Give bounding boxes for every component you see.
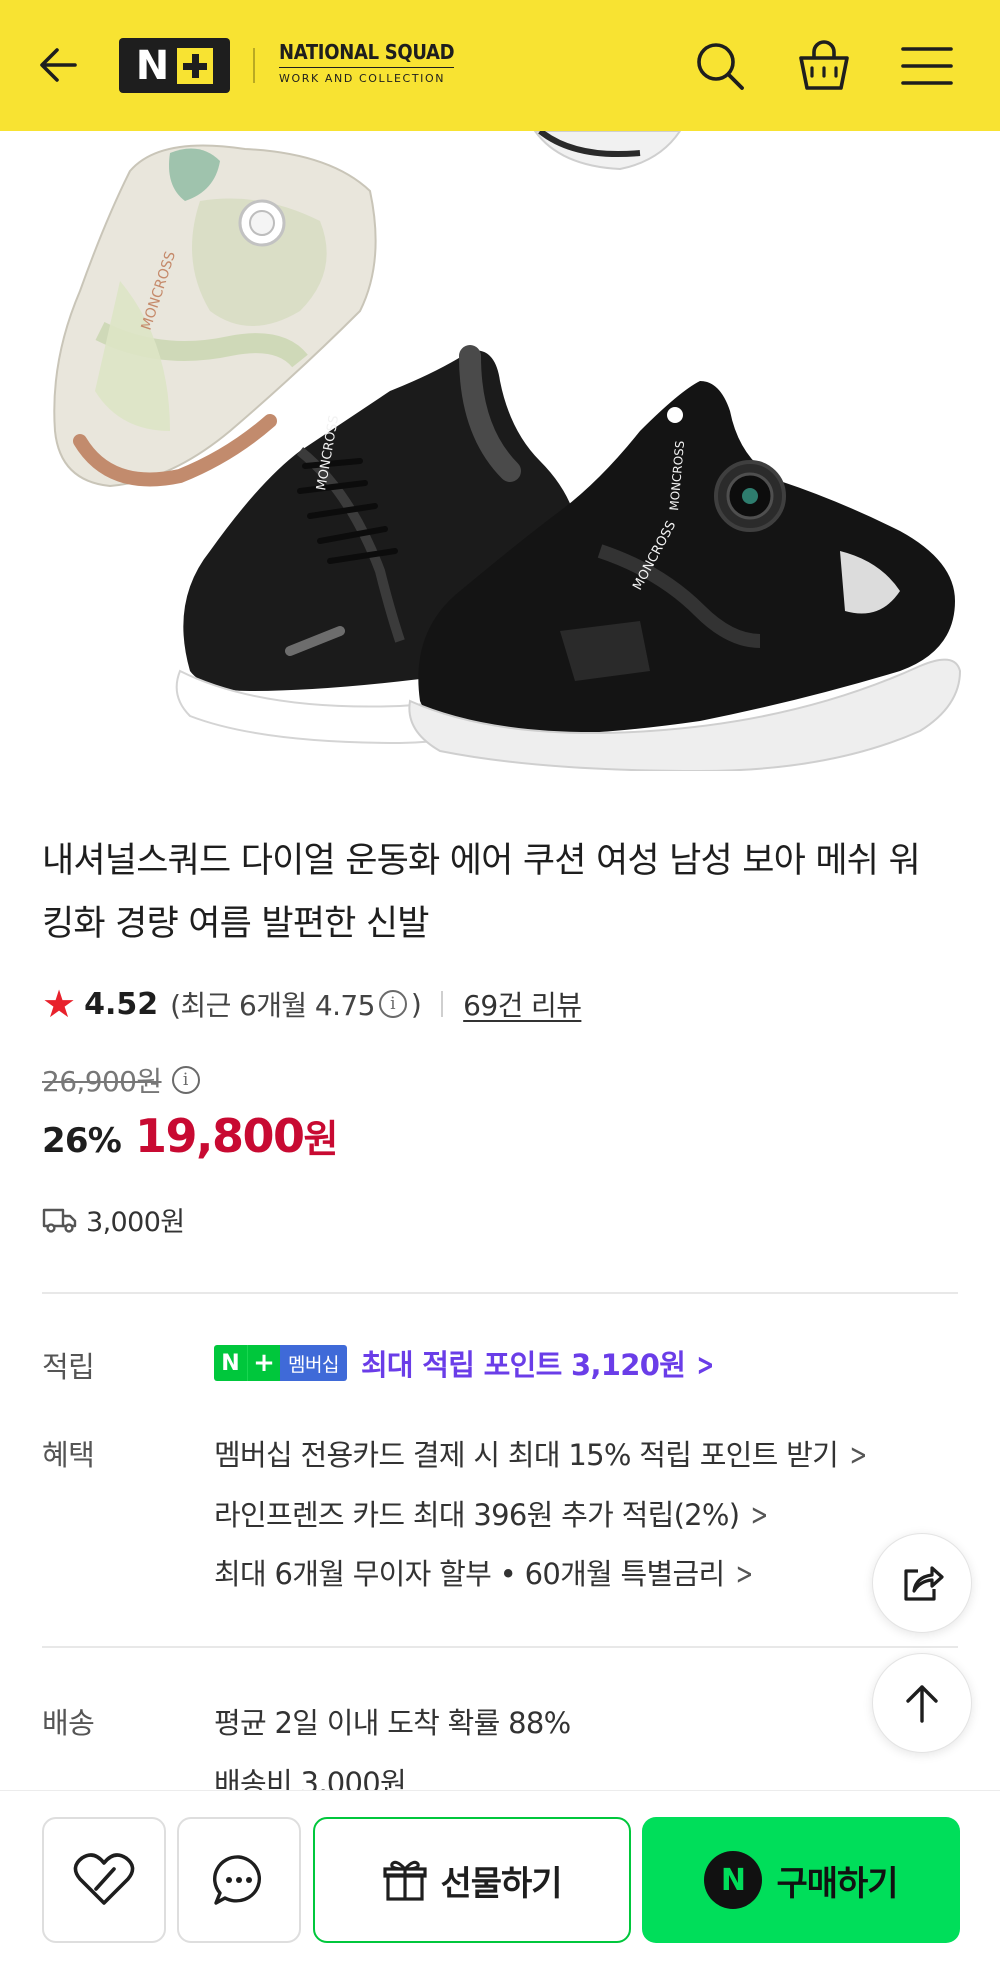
rating-row: ★ 4.52 (최근 6개월 4.75 i ) 69건 리뷰 xyxy=(42,982,582,1026)
shipping-fee: 3,000원 xyxy=(86,1207,185,1238)
buy-label: 구매하기 xyxy=(776,1863,898,1904)
section-divider xyxy=(42,1646,958,1648)
chevron-right-icon: > xyxy=(849,1438,868,1473)
logo-divider xyxy=(253,48,255,83)
delivery-label: 배송 xyxy=(42,1706,95,1740)
info-icon[interactable]: i xyxy=(378,990,407,1018)
benefit-item[interactable]: 최대 6개월 무이자 할부 • 60개월 특별금리 > xyxy=(214,1551,757,1593)
nplus-logo[interactable]: N xyxy=(119,38,230,93)
chat-bubble-icon xyxy=(213,1855,261,1905)
chevron-right-icon: > xyxy=(736,1557,754,1592)
buy-button[interactable]: N 구매하기 xyxy=(642,1817,960,1943)
delivery-arrival-text: 평균 2일 이내 도착 확률 88% xyxy=(214,1706,571,1740)
naver-pay-icon: N xyxy=(704,1851,763,1909)
product-title: 내셔널스쿼드 다이얼 운동화 에어 쿠션 여성 남성 보아 메쉬 워킹화 경량 … xyxy=(42,841,921,944)
brand-subtitle: WORK AND COLLECTION xyxy=(279,72,446,85)
rating-value: 4.52 xyxy=(84,986,159,1022)
badge-plus-icon: + xyxy=(247,1345,280,1381)
back-arrow-icon xyxy=(40,48,77,82)
delivery-truck-icon xyxy=(42,1208,77,1233)
delivery-fee-text: 배송비 3,000원 xyxy=(214,1766,406,1790)
share-button[interactable] xyxy=(872,1533,972,1633)
gift-button[interactable]: 선물하기 xyxy=(313,1817,631,1943)
share-icon xyxy=(904,1566,944,1601)
max-points-text: 최대 적립 포인트 3,120원 > xyxy=(361,1342,718,1384)
logo-letter: N xyxy=(135,42,170,89)
scroll-to-top-button[interactable] xyxy=(872,1653,972,1753)
price-info-icon[interactable]: i xyxy=(171,1066,200,1094)
section-divider xyxy=(42,1292,958,1294)
shopping-bag-icon xyxy=(799,40,849,90)
product-image[interactable]: MONCROSS MONCROSS MONCROSS MONCROSS xyxy=(0,131,1000,771)
recent-rating-close: ) xyxy=(410,987,422,1021)
review-count-link[interactable]: 69건 리뷰 xyxy=(463,984,582,1024)
menu-icon xyxy=(901,47,953,85)
search-icon xyxy=(697,43,744,90)
recent-rating: (최근 6개월 4.75 xyxy=(170,989,375,1022)
product-shoes-illustration: MONCROSS MONCROSS MONCROSS MONCROSS xyxy=(53,131,962,771)
bottom-action-bar: 선물하기 N 구매하기 xyxy=(0,1790,1000,1968)
benefit-text: 라인프렌즈 카드 최대 396원 추가 적립(2%) xyxy=(214,1498,740,1532)
gift-icon xyxy=(383,1860,428,1901)
points-text: 최대 적립 포인트 3,120원 xyxy=(360,1348,686,1382)
shipping-row: 3,000원 xyxy=(42,1200,185,1239)
points-row[interactable]: N + 멤버십 최대 적립 포인트 3,120원 > xyxy=(214,1342,718,1384)
badge-membership-text: 멤버십 xyxy=(280,1345,347,1381)
rating-separator xyxy=(441,991,444,1017)
gift-label: 선물하기 xyxy=(440,1863,562,1904)
points-label: 적립 xyxy=(42,1350,95,1384)
benefit-text: 멤버십 전용카드 결제 시 최대 15% 적립 포인트 받기 xyxy=(214,1438,839,1472)
chat-button[interactable] xyxy=(177,1817,301,1943)
back-button[interactable] xyxy=(32,38,86,92)
sale-price-row: 26% 19,800 원 xyxy=(42,1108,338,1163)
original-price-row: 26,900원 i xyxy=(42,1060,204,1100)
chevron-right-icon: > xyxy=(696,1348,715,1383)
plus-icon xyxy=(177,47,214,84)
star-icon: ★ xyxy=(42,982,77,1026)
benefit-item[interactable]: 라인프렌즈 카드 최대 396원 추가 적립(2%) > xyxy=(214,1492,772,1534)
original-price: 26,900원 xyxy=(42,1065,162,1098)
benefit-text: 최대 6개월 무이자 할부 • 60개월 특별금리 xyxy=(214,1557,725,1591)
nplus-membership-badge: N + 멤버십 xyxy=(214,1345,347,1381)
badge-n-letter: N xyxy=(214,1345,247,1381)
sale-price: 19,800 xyxy=(134,1109,305,1163)
arrow-up-icon xyxy=(906,1685,938,1723)
benefits-label: 혜택 xyxy=(42,1438,95,1472)
cart-button[interactable] xyxy=(794,36,854,96)
benefit-item[interactable]: 멤버십 전용카드 결제 시 최대 15% 적립 포인트 받기 > xyxy=(214,1432,871,1474)
search-button[interactable] xyxy=(690,36,750,96)
brand-title: NATIONAL SQUAD xyxy=(279,40,455,68)
menu-button[interactable] xyxy=(897,36,957,96)
sale-price-unit: 원 xyxy=(303,1117,339,1161)
chevron-right-icon: > xyxy=(751,1498,769,1533)
app-header: N NATIONAL SQUAD WORK AND COLLECTION xyxy=(0,0,1000,131)
wishlist-button[interactable] xyxy=(42,1817,166,1943)
brand-logo[interactable]: NATIONAL SQUAD WORK AND COLLECTION xyxy=(279,40,455,85)
heart-icon xyxy=(73,1853,135,1905)
discount-rate: 26% xyxy=(42,1121,122,1161)
